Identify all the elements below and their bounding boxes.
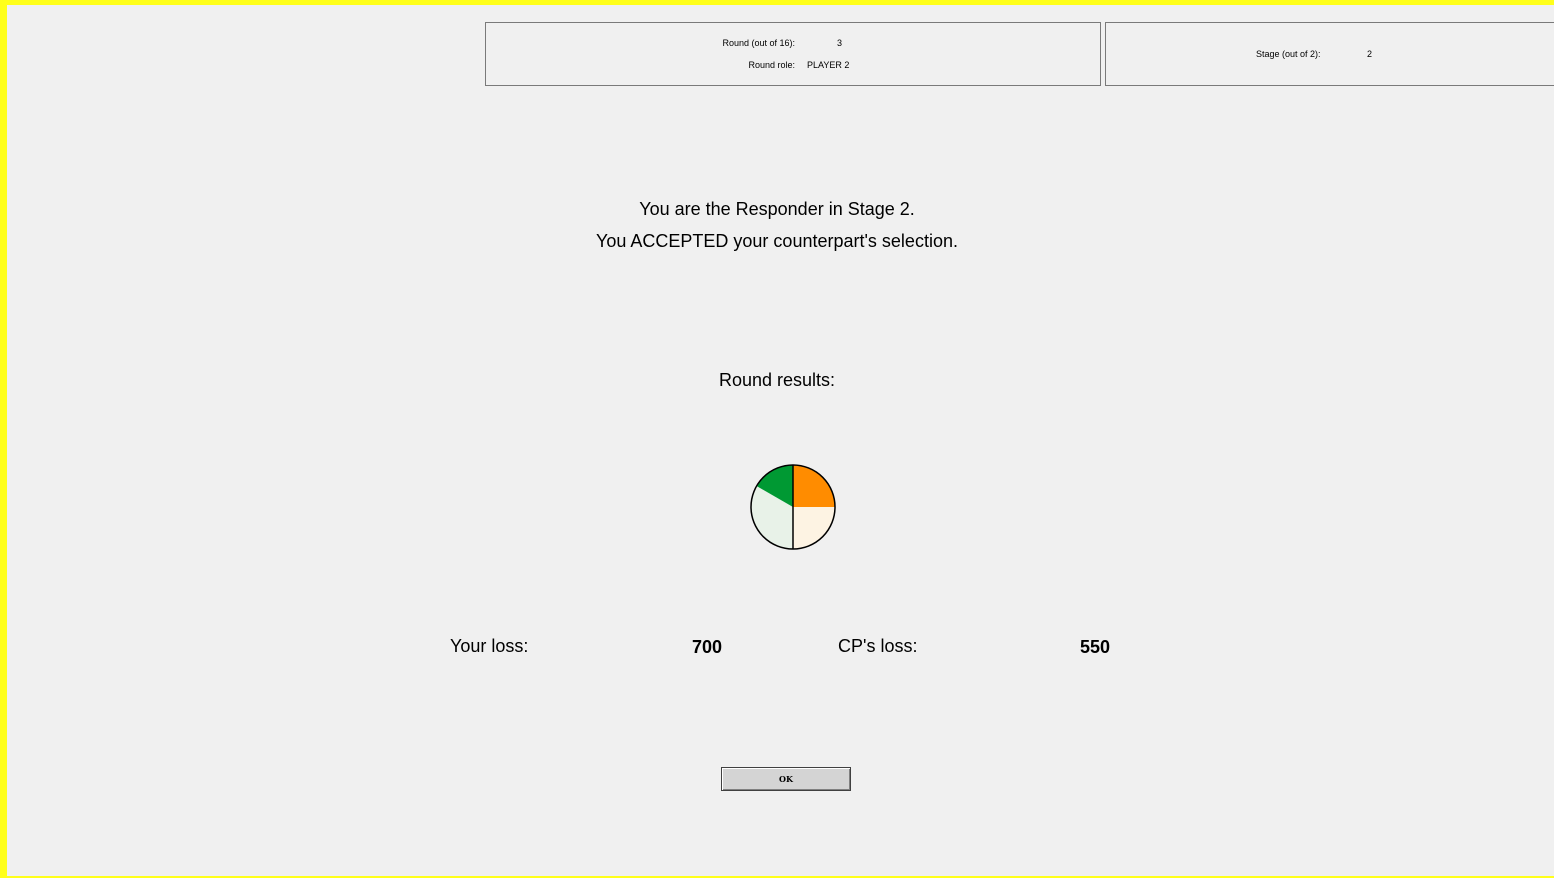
round-value: 3 — [837, 38, 843, 48]
stage-label: Stage (out of 2): — [1256, 49, 1321, 59]
round-results-heading: Round results: — [718, 370, 836, 390]
round-label: Round (out of 16): — [722, 38, 795, 48]
stage-info-panel: Stage (out of 2): 2 — [1105, 22, 1554, 86]
round-role-label: Round role: — [748, 60, 795, 70]
responder-message: You are the Responder in Stage 2. — [639, 199, 915, 219]
stage-value: 2 — [1367, 49, 1373, 59]
round-role-value: PLAYER 2 — [807, 60, 850, 70]
results-pie-chart — [750, 464, 836, 550]
accepted-message: You ACCEPTED your counterpart's selectio… — [596, 231, 958, 251]
cp-loss-value: 550 — [1080, 637, 1111, 657]
your-loss-label: Your loss: — [450, 636, 529, 656]
your-loss-value: 700 — [692, 637, 723, 657]
ok-button[interactable]: OK — [721, 767, 851, 791]
window-frame: Round (out of 16): 3 Round role: PLAYER … — [0, 0, 1554, 878]
round-info-panel: Round (out of 16): 3 Round role: PLAYER … — [485, 22, 1101, 86]
cp-loss-label: CP's loss: — [838, 636, 918, 656]
